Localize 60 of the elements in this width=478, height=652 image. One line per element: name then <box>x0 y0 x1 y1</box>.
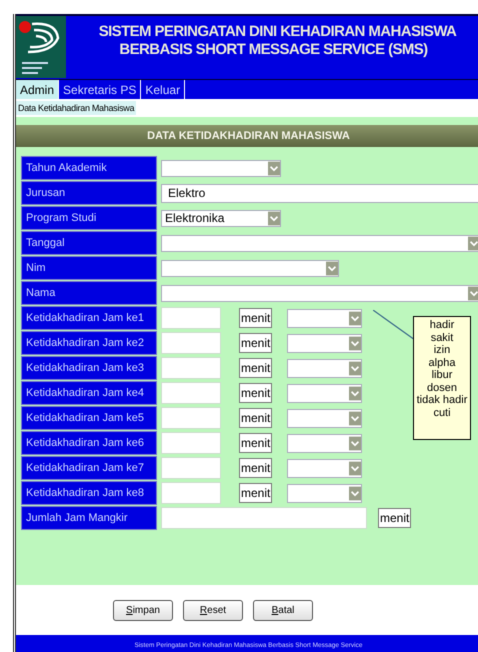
input-field[interactable] <box>161 507 367 529</box>
form-button[interactable]: Batal <box>253 600 313 620</box>
unit-label: menit <box>239 358 272 378</box>
unit-label: menit <box>239 333 272 353</box>
unit-label: menit <box>239 408 272 428</box>
dropdown-arrow-icon[interactable] <box>468 236 478 250</box>
field-label: Ketidakhadiran Jam ke6 <box>21 431 157 455</box>
dropdown[interactable] <box>287 384 362 402</box>
input-field[interactable] <box>161 357 221 379</box>
form-button[interactable]: Simpan <box>113 600 173 620</box>
field-label: Ketidakhadiran Jam ke4 <box>21 381 157 405</box>
input-field[interactable] <box>161 307 221 329</box>
unit-label: menit <box>239 383 272 403</box>
input-field[interactable] <box>161 457 221 479</box>
app-subtitle: BERBASIS SHORT MESSAGE SERVICE (SMS) <box>118 41 429 58</box>
field-label: Ketidakhadiran Jam ke7 <box>21 456 157 480</box>
dropdown[interactable] <box>287 484 362 502</box>
app-title: SISTEM PERINGATAN DINI KEHADIRAN MAHASISWA <box>98 23 458 40</box>
dropdown[interactable] <box>161 284 478 302</box>
field-label: Jumlah Jam Mangkir <box>21 506 157 530</box>
field-label: Nama <box>21 281 157 305</box>
dropdown[interactable] <box>287 458 362 478</box>
input-field[interactable] <box>161 432 221 454</box>
unit-label: menit <box>239 308 272 328</box>
field-label: Tanggal <box>21 231 157 255</box>
input-field[interactable] <box>161 482 221 504</box>
field-label: Tahun Akademik <box>21 156 157 180</box>
unit-label: menit <box>239 433 272 453</box>
text-field[interactable]: Elektro <box>161 184 478 202</box>
dropdown[interactable] <box>161 260 339 276</box>
dropdown[interactable] <box>287 434 362 452</box>
menu-tab[interactable]: Admin <box>16 80 60 99</box>
field-label: Ketidakhadiran Jam ke1 <box>21 306 157 330</box>
dropdown[interactable] <box>287 408 362 428</box>
dropdown[interactable] <box>287 334 362 352</box>
leader-line <box>373 310 415 340</box>
logo-icon <box>16 16 66 78</box>
field-label: Ketidakhadiran Jam ke5 <box>21 406 157 430</box>
dropdown[interactable] <box>161 234 478 252</box>
dropdown[interactable]: Elektronika <box>161 210 281 226</box>
unit-label: menit <box>378 508 412 528</box>
field-label: Nim <box>21 256 157 280</box>
field-label: Ketidakhadiran Jam ke2 <box>21 331 157 355</box>
field-label: Program Studi <box>21 206 157 230</box>
unit-label: menit <box>239 458 272 478</box>
unit-label: menit <box>239 483 272 503</box>
panel-title: DATA KETIDAKHADIRAN MAHASISWA <box>16 125 478 147</box>
dropdown[interactable] <box>287 358 362 378</box>
input-field[interactable] <box>161 407 221 429</box>
breadcrumb[interactable]: Data Ketidahadiran Mahasiswa <box>16 101 136 115</box>
field-label: Jurusan <box>21 181 157 205</box>
input-field[interactable] <box>161 332 221 354</box>
field-label: Ketidakhadiran Jam ke8 <box>21 481 157 505</box>
dropdown[interactable] <box>161 160 281 176</box>
dropdown[interactable] <box>287 308 362 328</box>
dropdown-arrow-icon[interactable] <box>468 286 478 300</box>
form-button[interactable]: Reset <box>183 600 243 620</box>
status-legend: hadir sakit izin alpha libur dosen tidak hadir cuti <box>413 316 471 440</box>
input-field[interactable] <box>161 382 221 404</box>
field-label: Ketidakhadiran Jam ke3 <box>21 356 157 380</box>
